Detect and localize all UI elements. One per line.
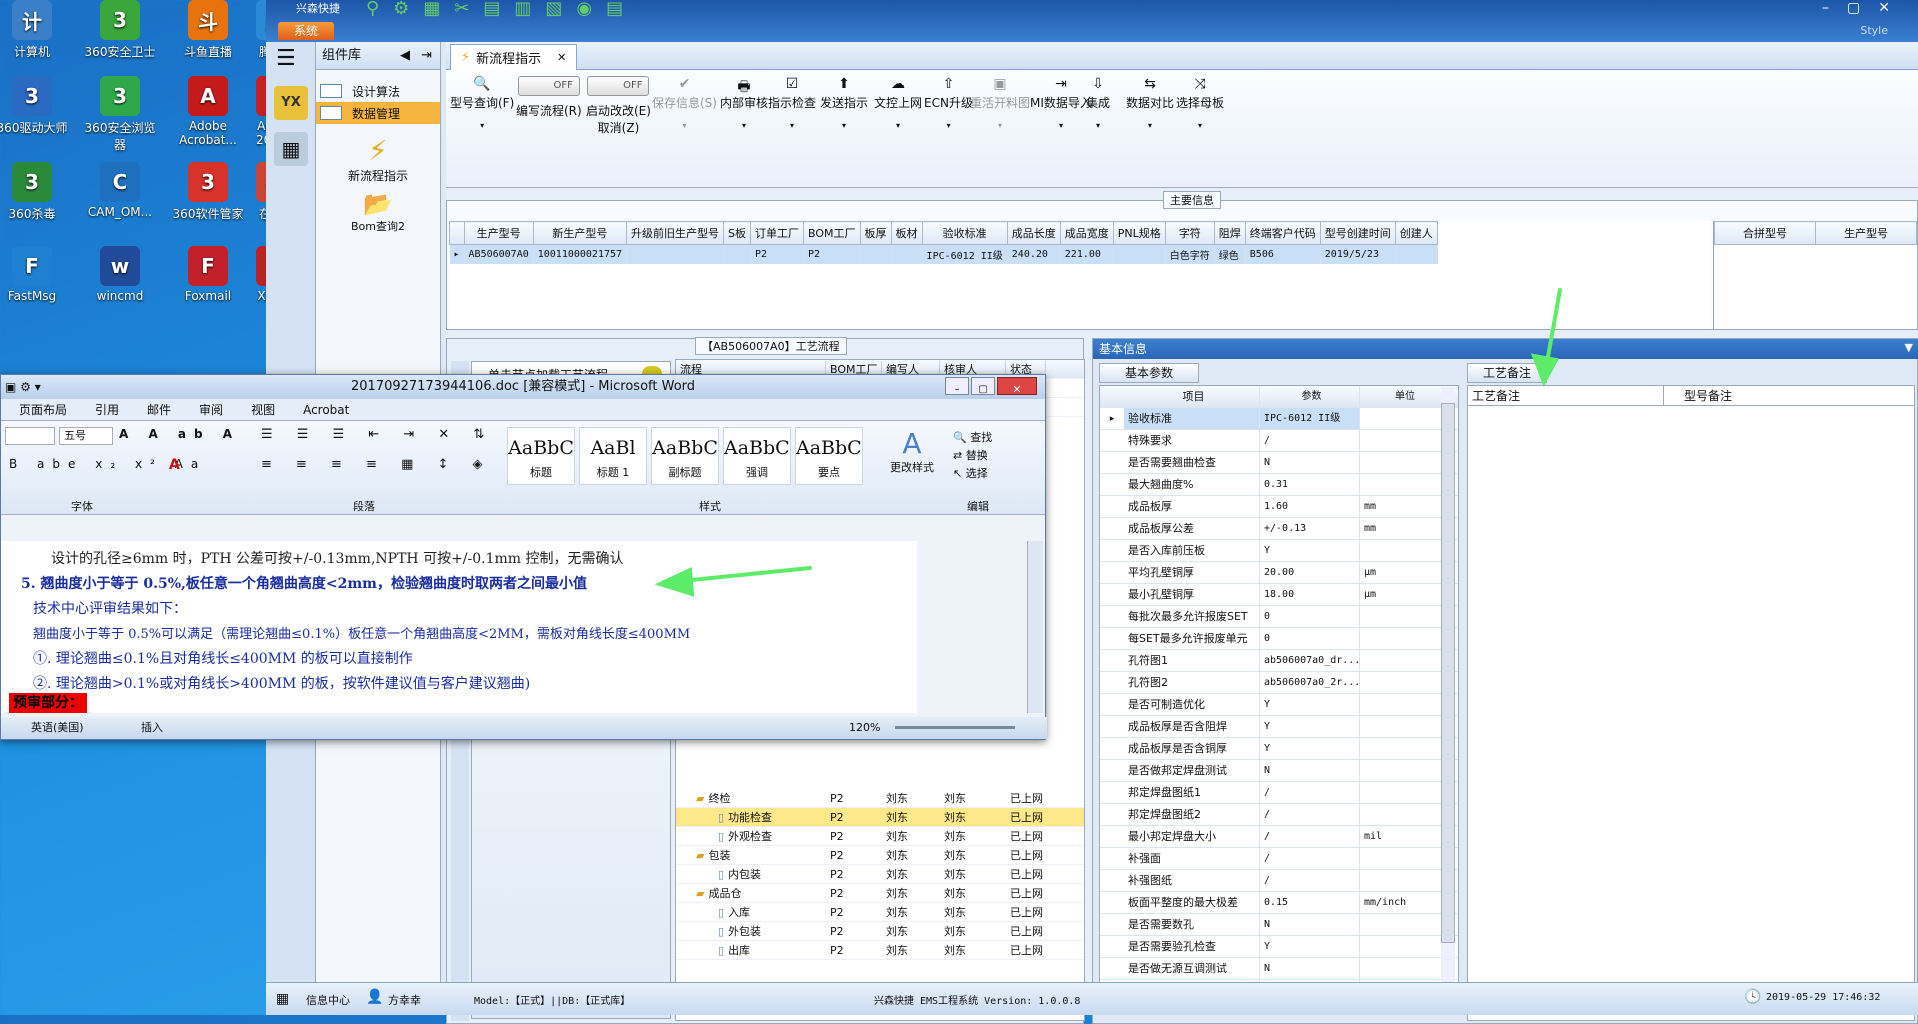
datetime: 2019-05-29 17:46:32 [1766,992,1881,1003]
info-center[interactable]: 信息中心 [306,992,350,1008]
user-name: 方幸幸 [388,994,421,1007]
system-version: 兴森快捷 EMS工程系统 Version: 1.0.0.8 [874,996,1081,1007]
model-db-status: Model:【正式】||DB:【正式库】 [474,996,631,1007]
user-icon: 👤 [366,989,384,1005]
arrow-head-doc [654,566,695,597]
annotation-arrows [654,288,1562,597]
clock-icon: 🕓 [1744,989,1762,1005]
app-status-bar: ▦ 信息中心 👤 方幸幸 Model:【正式】||DB:【正式库】 兴森快捷 E… [266,982,1918,1015]
arrow-head-remarks [1530,353,1560,387]
arrow-line-remarks [1544,288,1562,370]
grid-icon[interactable]: ▦ [276,991,289,1007]
